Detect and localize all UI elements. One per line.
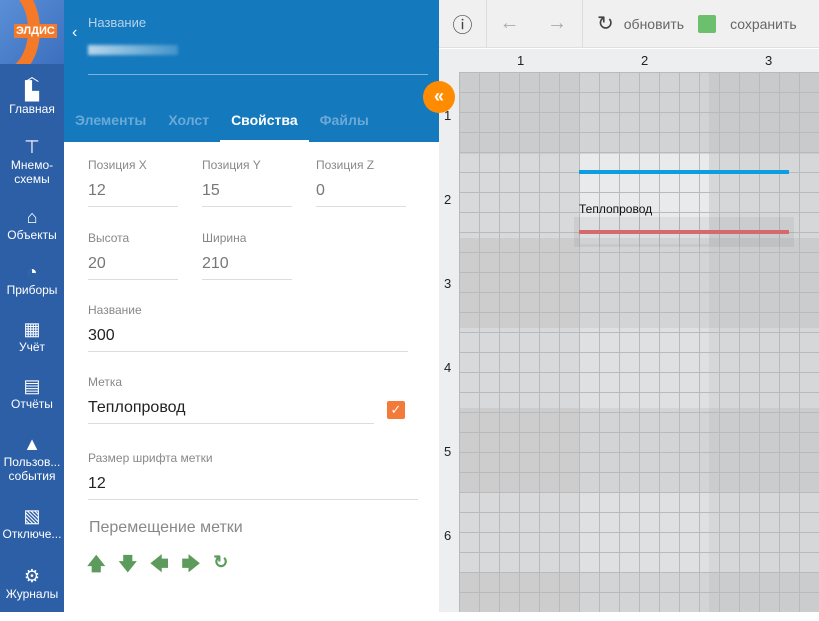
sidebar-item-label: Учёт bbox=[18, 340, 46, 354]
sidebar-item-label: Пользов... события bbox=[3, 455, 61, 483]
tag-font-size-field[interactable]: Размер шрифта метки 12 bbox=[88, 451, 418, 500]
col-label: 1 bbox=[517, 53, 525, 68]
name-field[interactable]: Название 300 bbox=[88, 303, 408, 352]
height-field[interactable]: Высота 20 bbox=[88, 231, 178, 280]
document-icon: ▤ bbox=[23, 376, 41, 396]
sidebar-item-2[interactable]: ⌂ Объекты bbox=[0, 206, 64, 261]
name-label: Название bbox=[88, 15, 147, 30]
calculator-icon: ▦ bbox=[23, 319, 41, 339]
sidebar-item-3[interactable]: ◔ Приборы bbox=[0, 261, 64, 318]
toolbar: ⓘ ← → ↻ обновить сохранить bbox=[439, 0, 819, 48]
sidebar-item-5[interactable]: ▤ Отчёты bbox=[0, 375, 64, 433]
ruler-left: 1 2 3 4 5 6 bbox=[439, 72, 459, 612]
refresh-icon: ↻ bbox=[597, 13, 614, 35]
tag-visible-checkbox[interactable]: ✓ bbox=[387, 401, 405, 419]
arrow-up-icon[interactable]: 🡅 bbox=[87, 552, 106, 582]
logo[interactable]: ЭЛДИС bbox=[0, 0, 64, 64]
name-value-blurred[interactable] bbox=[88, 45, 178, 55]
position-y-field[interactable]: Позиция Y 15 bbox=[202, 158, 292, 207]
back-icon[interactable]: ‹ bbox=[72, 24, 77, 42]
width-field[interactable]: Ширина 210 bbox=[202, 231, 292, 280]
sidebar-item-label: Отключе... bbox=[2, 527, 62, 541]
arrow-left-icon[interactable]: 🡄 bbox=[150, 552, 169, 582]
pipe-label[interactable]: Теплопровод bbox=[579, 202, 652, 216]
properties-panel: ‹ Название Элементы Холст Свойства Файлы… bbox=[64, 0, 439, 612]
sidebar-item-label: Главная bbox=[9, 102, 55, 116]
gauge-icon: ◔ bbox=[26, 262, 38, 282]
disconnected-icon: ▧ bbox=[23, 506, 41, 526]
position-z-field[interactable]: Позиция Z0 bbox=[316, 158, 406, 207]
home-icon: ⌂ bbox=[26, 207, 38, 227]
tab-properties[interactable]: Свойства bbox=[220, 108, 309, 142]
sidebar-item-label: Отчёты bbox=[11, 397, 53, 411]
sidebar-item-7[interactable]: ▧ Отключе... bbox=[0, 505, 64, 565]
save-icon bbox=[698, 14, 717, 33]
scroll-up-icon[interactable]: ︿ bbox=[0, 66, 64, 84]
move-tag-title: Перемещение метки bbox=[89, 519, 243, 536]
row-label: 2 bbox=[444, 192, 452, 207]
redo-icon[interactable]: → bbox=[532, 0, 582, 48]
tab-canvas[interactable]: Холст bbox=[157, 108, 220, 142]
sidebar-item-label: Объекты bbox=[7, 228, 57, 242]
position-x-field[interactable]: Позиция X 12 bbox=[88, 158, 178, 207]
row-label: 3 bbox=[444, 276, 452, 291]
row-label: 6 bbox=[444, 528, 452, 543]
sidebar-item-label: Журналы bbox=[5, 587, 59, 601]
save-button[interactable]: сохранить bbox=[684, 0, 797, 48]
sidebar-item-6[interactable]: ▲ Пользов... события bbox=[0, 433, 64, 505]
sidebar-item-0[interactable]: ▙ Главная bbox=[0, 80, 64, 136]
undo-icon[interactable]: ← bbox=[487, 0, 532, 48]
row-label: 5 bbox=[444, 444, 452, 459]
sidebar-item-label: Мнемо-схемы bbox=[10, 158, 54, 186]
col-label: 3 bbox=[765, 53, 773, 68]
mnemo-canvas[interactable]: Теплопровод bbox=[459, 72, 819, 612]
ruler-top: 1 2 3 bbox=[439, 49, 819, 72]
reset-icon[interactable]: ↻ bbox=[213, 552, 228, 582]
sitemap-icon: ⊤ bbox=[24, 137, 40, 157]
tab-elements[interactable]: Элементы bbox=[64, 108, 157, 142]
sidebar-item-label: Приборы bbox=[6, 283, 58, 297]
sidebar-item-1[interactable]: ⊤ Мнемо-схемы bbox=[0, 136, 64, 206]
row-label: 4 bbox=[444, 360, 452, 375]
sidebar: ЭЛДИС ︿ ▙ Главная ⊤ Мнемо-схемы ⌂ Объекты ◔ При… bbox=[0, 0, 64, 612]
arrow-right-icon[interactable]: 🡆 bbox=[182, 552, 201, 582]
user-settings-icon: ⚙ bbox=[23, 566, 41, 586]
tab-files[interactable]: Файлы bbox=[309, 108, 380, 142]
refresh-button[interactable]: ↻ обновить bbox=[583, 0, 684, 48]
sidebar-item-4[interactable]: ▦ Учёт bbox=[0, 318, 64, 375]
pipe-element-blue[interactable] bbox=[579, 170, 789, 174]
tag-field[interactable]: Метка Теплопровод bbox=[88, 375, 374, 424]
pipe-element-red[interactable] bbox=[579, 230, 789, 234]
sidebar-item-8[interactable]: ⚙ Журналы bbox=[0, 565, 64, 621]
arrow-down-icon[interactable]: 🡇 bbox=[119, 552, 138, 582]
info-icon[interactable]: ⓘ bbox=[439, 0, 486, 48]
warning-icon: ▲ bbox=[23, 434, 41, 454]
col-label: 2 bbox=[641, 53, 649, 68]
dashboard-icon: ▙ bbox=[25, 81, 39, 101]
collapse-panel-button[interactable]: « bbox=[423, 81, 455, 113]
divider bbox=[88, 74, 428, 75]
